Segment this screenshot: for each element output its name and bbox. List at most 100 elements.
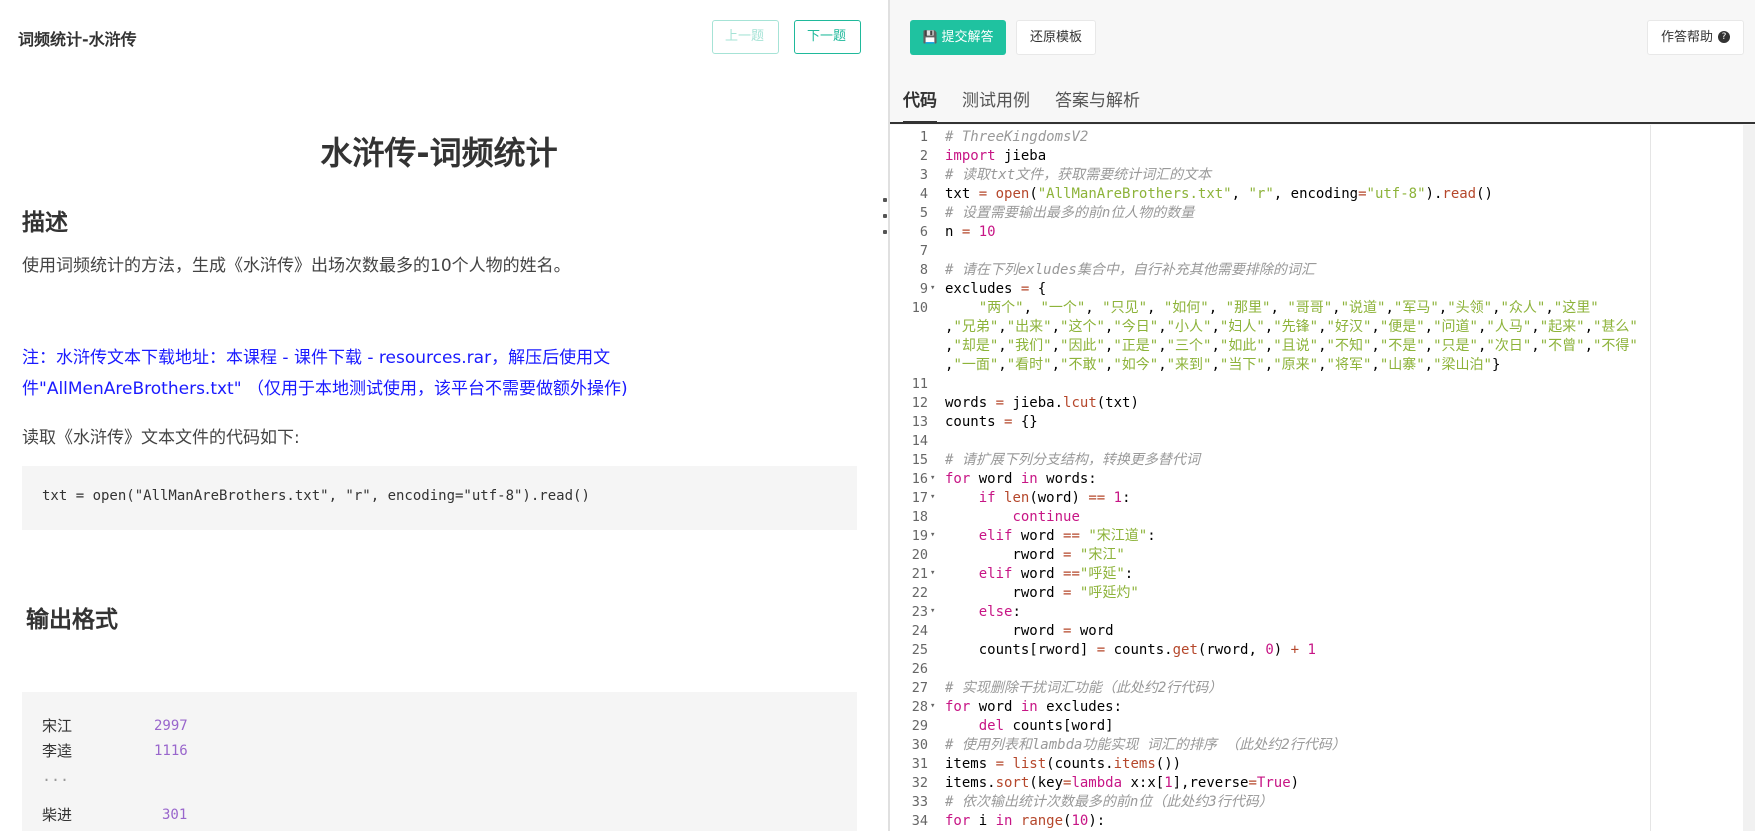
line-number: 11 (911, 376, 928, 392)
code-lines[interactable]: 1 # ThreeKingdomsV2 2 import jieba 3 # 读取txt文… (890, 128, 1755, 831)
line-number: 27 (911, 680, 928, 696)
submit-label: 提交解答 (941, 30, 994, 45)
output-count: 1116 (154, 743, 188, 759)
code-text: elif word =="呼延": (978, 566, 1134, 582)
code-line[interactable]: 22 rword = "呼延灼" (890, 584, 1755, 603)
code-line[interactable]: 28 ▾ for word in excludes: (890, 698, 1755, 717)
code-text: else: (978, 604, 1021, 620)
save-icon: 💾 (922, 30, 938, 44)
code-line[interactable]: 21 ▾ elif word =="呼延": (890, 565, 1755, 584)
output-row: 宋江 2997 (42, 714, 837, 739)
reset-template-button[interactable]: 还原模板 (1016, 20, 1096, 55)
tab-answer-analysis[interactable]: 答案与解析 (1055, 86, 1140, 121)
code-text: rword = word (945, 623, 1114, 639)
code-line[interactable]: 29 del counts[word] (890, 717, 1755, 736)
code-line[interactable]: 10 "两个", "一个", "只见", "如何", "那里", "哥哥","说… (890, 299, 1755, 318)
line-number: 14 (911, 433, 928, 449)
line-number: 15 (911, 452, 928, 468)
line-number: 23 (911, 604, 928, 620)
code-line[interactable]: 32 items.sort(key=lambda x:x[1],reverse=T… (890, 774, 1755, 793)
code-line[interactable]: ,"一面","看时","不敢","如今","来到","当下","原来","将军"… (890, 356, 1755, 375)
code-line[interactable]: 6 n = 10 (890, 223, 1755, 242)
fold-arrow-icon[interactable]: ▾ (930, 602, 935, 621)
code-line[interactable]: 13 counts = {} (890, 413, 1755, 432)
code-text: for word in words: (945, 471, 1097, 487)
code-line[interactable]: ,"兄弟","出来","这个","今日","小人","妇人","先锋","好汉"… (890, 318, 1755, 337)
code-line[interactable]: 20 rword = "宋江" (890, 546, 1755, 565)
line-number: 30 (911, 737, 928, 753)
code-line[interactable]: 17 ▾ if len(word) == 1: (890, 489, 1755, 508)
code-text: txt = open("AllManAreBrothers.txt", "r",… (945, 186, 1493, 202)
line-number: 12 (911, 395, 928, 411)
fold-arrow-icon[interactable]: ▾ (930, 279, 935, 298)
next-question-button[interactable]: 下一题 (794, 20, 861, 54)
code-text: # ThreeKingdomsV2 (945, 129, 1089, 145)
tab-test-cases[interactable]: 测试用例 (962, 86, 1030, 121)
code-line[interactable]: ,"却是","我们","因此","正是","三个","如此","且说","不知"… (890, 337, 1755, 356)
code-line[interactable]: 14 (890, 432, 1755, 451)
line-number: 22 (911, 585, 928, 601)
code-line[interactable]: 18 continue (890, 508, 1755, 527)
code-line[interactable]: 27 # 实现删除干扰词汇功能（此处约2行代码） (890, 679, 1755, 698)
code-line[interactable]: 4 txt = open("AllManAreBrothers.txt", "r"… (890, 185, 1755, 204)
code-line[interactable]: 19 ▾ elif word == "宋江道": (890, 527, 1755, 546)
fold-arrow-icon[interactable]: ▾ (930, 488, 935, 507)
splitter-grip-icon[interactable] (880, 198, 890, 234)
code-line[interactable]: 12 words = jieba.lcut(txt) (890, 394, 1755, 413)
submit-button[interactable]: 💾 提交解答 (910, 20, 1006, 55)
read-code-snippet: txt = open("AllManAreBrothers.txt", "r",… (22, 466, 857, 530)
code-line[interactable]: 3 # 读取txt文件，获取需要统计词汇的文本 (890, 166, 1755, 185)
line-number: 34 (911, 813, 928, 829)
code-line[interactable]: 23 ▾ else: (890, 603, 1755, 622)
editor-scrollbar[interactable] (1743, 125, 1755, 831)
code-text: import jieba (945, 148, 1047, 164)
code-line[interactable]: 16 ▾ for word in words: (890, 470, 1755, 489)
code-line[interactable]: 31 items = list(counts.items()) (890, 755, 1755, 774)
line-number: 28 (911, 699, 928, 715)
fold-arrow-icon[interactable]: ▾ (930, 697, 935, 716)
line-number: 26 (911, 661, 928, 677)
code-line[interactable]: 5 # 设置需要输出最多的前n位人物的数量 (890, 204, 1755, 223)
code-text: counts = {} (945, 414, 1038, 430)
prev-question-button[interactable]: 上一题 (712, 20, 779, 54)
code-line[interactable]: 9 ▾ excludes = { (890, 280, 1755, 299)
line-number: 3 (919, 167, 928, 183)
code-line[interactable]: 1 # ThreeKingdomsV2 (890, 128, 1755, 147)
code-line[interactable]: 7 (890, 242, 1755, 261)
code-text: # 实现删除干扰词汇功能（此处约2行代码） (945, 680, 1256, 696)
line-number: 6 (919, 224, 928, 240)
code-text: for i in range(10): (945, 813, 1106, 829)
code-text: counts[rword] = counts.get(rword, 0) + 1 (945, 642, 1316, 658)
code-line[interactable]: 30 # 使用列表和lambda功能实现 词汇的排序 （此处约2行代码） (890, 736, 1755, 755)
fold-arrow-icon[interactable]: ▾ (930, 469, 935, 488)
code-line[interactable]: 24 rword = word (890, 622, 1755, 641)
code-line[interactable]: 26 (890, 660, 1755, 679)
line-number: 17 (911, 490, 928, 506)
help-button[interactable]: 作答帮助? (1647, 20, 1744, 55)
code-text: # 请扩展下列分支结构，转换更多替代词 (945, 452, 1200, 468)
help-label: 作答帮助 (1660, 30, 1713, 45)
code-line[interactable]: 15 # 请扩展下列分支结构，转换更多替代词 (890, 451, 1755, 470)
line-number: 21 (911, 566, 928, 582)
download-note: 注：水浒传文本下载地址：本课程 - 课件下载 - resources.rar，解… (22, 348, 628, 399)
output-name: 宋江 (42, 717, 73, 735)
output-format-heading: 输出格式 (26, 607, 118, 633)
tab-code[interactable]: 代码 (903, 86, 937, 124)
fold-arrow-icon[interactable]: ▾ (930, 526, 935, 545)
code-text: ,"一面","看时","不敢","如今","来到","当下","原来","将军"… (945, 357, 1501, 373)
output-ellipsis: ... (42, 767, 70, 785)
code-text: # 设置需要输出最多的前n位人物的数量 (945, 205, 1195, 221)
code-editor[interactable]: 1 # ThreeKingdomsV2 2 import jieba 3 # 读取txt文… (890, 125, 1755, 831)
line-number: 20 (911, 547, 928, 563)
code-text: elif word == "宋江道": (978, 528, 1156, 544)
code-line[interactable]: 34 for i in range(10): (890, 812, 1755, 831)
code-line[interactable]: 25 counts[rword] = counts.get(rword, 0) … (890, 641, 1755, 660)
code-line[interactable]: 8 # 请在下列exludes集合中，自行补充其他需要排除的词汇 (890, 261, 1755, 280)
code-text: for word in excludes: (945, 699, 1123, 715)
code-line[interactable]: 2 import jieba (890, 147, 1755, 166)
code-text: ,"兄弟","出来","这个","今日","小人","妇人","先锋","好汉"… (945, 319, 1638, 335)
code-line[interactable]: 11 (890, 375, 1755, 394)
fold-arrow-icon[interactable]: ▾ (930, 564, 935, 583)
code-line[interactable]: 33 # 依次输出统计次数最多的前n位（此处约3行代码） (890, 793, 1755, 812)
